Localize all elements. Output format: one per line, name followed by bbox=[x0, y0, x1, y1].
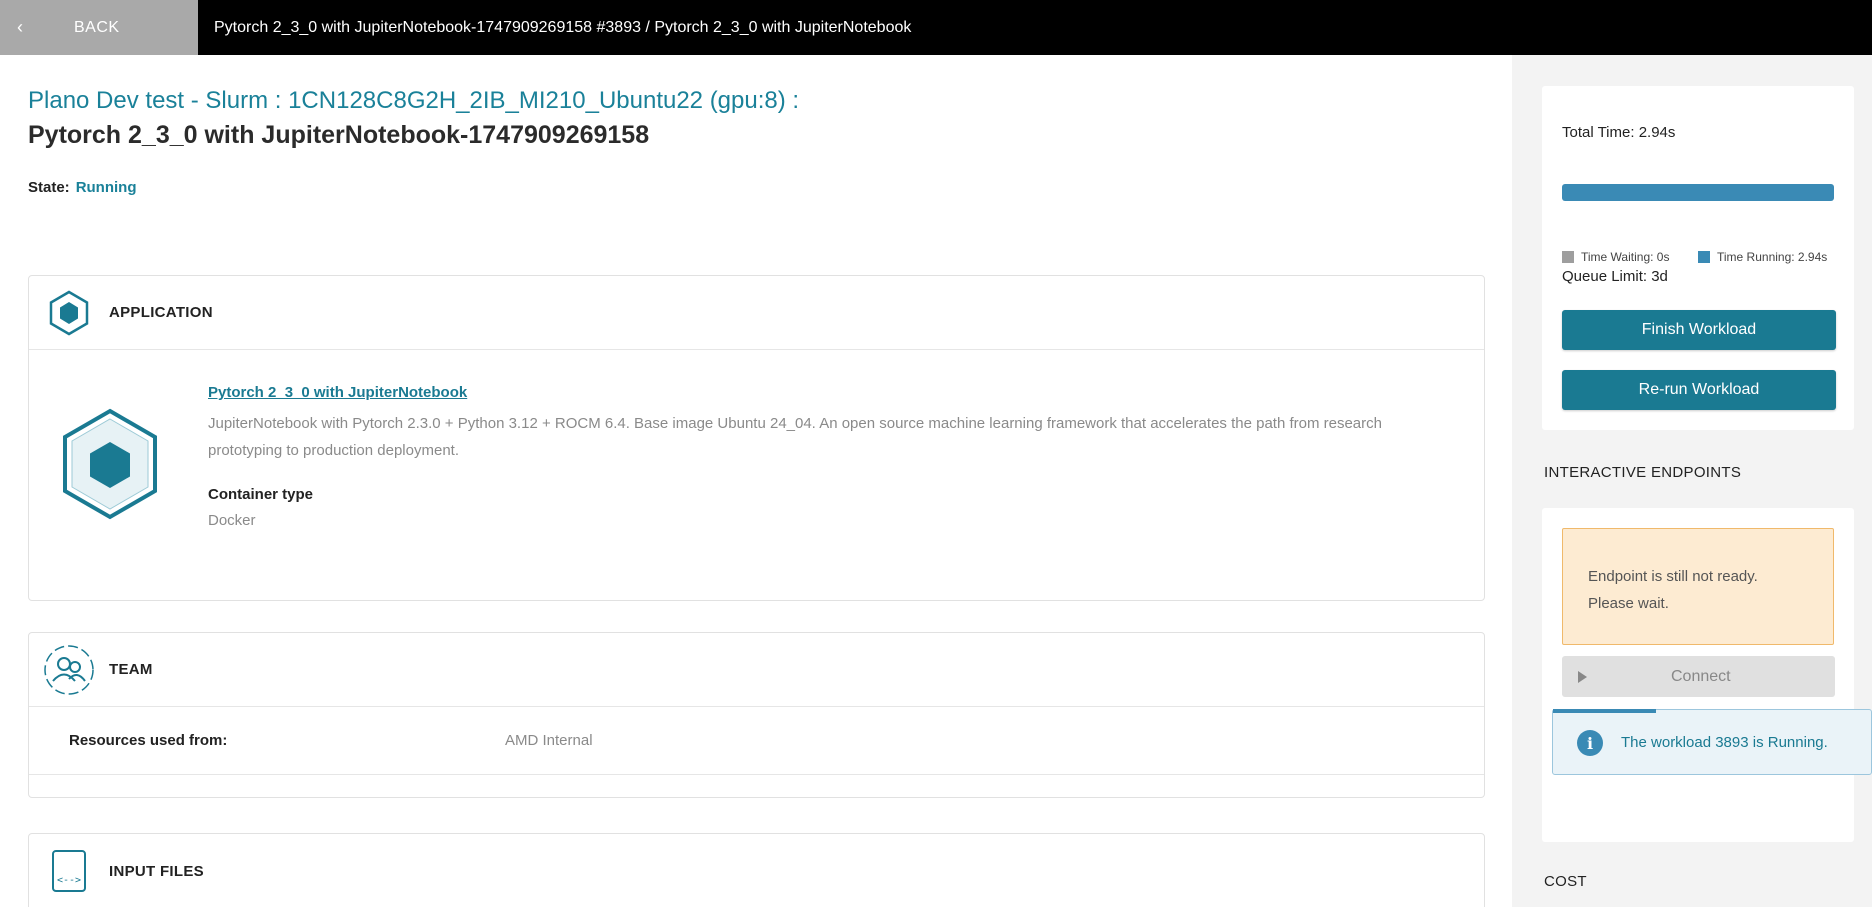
resources-label: Resources used from: bbox=[69, 732, 228, 749]
application-section-title: APPLICATION bbox=[109, 304, 213, 321]
legend-running-label: Time Running: 2.94s bbox=[1717, 250, 1828, 264]
running-swatch bbox=[1698, 251, 1710, 263]
application-description: JupiterNotebook with Pytorch 2.3.0 + Pyt… bbox=[208, 415, 1382, 459]
back-label: BACK bbox=[74, 18, 120, 36]
back-button[interactable]: ‹ BACK bbox=[0, 0, 198, 55]
top-bar: ‹ BACK Pytorch 2_3_0 with JupiterNoteboo… bbox=[0, 0, 1872, 55]
input-files-section-title: INPUT FILES bbox=[109, 862, 204, 880]
endpoints-card: Endpoint is still not ready. Please wait… bbox=[1542, 508, 1854, 842]
breadcrumb: Pytorch 2_3_0 with JupiterNotebook-17479… bbox=[214, 18, 912, 36]
endpoint-warning: Endpoint is still not ready. Please wait… bbox=[1562, 528, 1834, 645]
legend-running: Time Running: 2.94s bbox=[1698, 250, 1827, 264]
interactive-endpoints-title: INTERACTIVE ENDPOINTS bbox=[1544, 464, 1742, 481]
endpoint-warning-line1: Endpoint is still not ready. bbox=[1588, 568, 1758, 585]
waiting-swatch bbox=[1562, 251, 1574, 263]
application-logo-icon bbox=[60, 408, 160, 525]
finish-workload-button[interactable]: Finish Workload bbox=[1562, 310, 1836, 350]
connect-button[interactable]: Connect bbox=[1562, 656, 1835, 697]
application-icon bbox=[29, 276, 109, 350]
application-name-link[interactable]: Pytorch 2_3_0 with JupiterNotebook bbox=[208, 384, 467, 401]
team-section-title: TEAM bbox=[109, 661, 153, 678]
total-time: Total Time: 2.94s bbox=[1562, 124, 1676, 141]
legend-waiting: Time Waiting: 0s bbox=[1562, 250, 1669, 264]
connect-label: Connect bbox=[1671, 667, 1731, 685]
status-toast[interactable]: i The workload 3893 is Running. bbox=[1552, 709, 1872, 775]
team-card: TEAM Resources used from: AMD Internal bbox=[28, 632, 1485, 798]
rerun-workload-button[interactable]: Re-run Workload bbox=[1562, 370, 1836, 410]
time-progress-bar bbox=[1562, 184, 1834, 201]
queue-limit: Queue Limit: 3d bbox=[1562, 268, 1668, 285]
team-icon bbox=[29, 633, 109, 707]
endpoint-warning-line2: Please wait. bbox=[1588, 595, 1669, 612]
time-summary-card: Total Time: 2.94s Time Waiting: 0s Time … bbox=[1542, 86, 1854, 430]
cluster-title: Plano Dev test - Slurm : 1CN128C8G2H_2IB… bbox=[28, 87, 800, 114]
resources-value: AMD Internal bbox=[505, 732, 593, 749]
info-icon: i bbox=[1577, 730, 1603, 756]
container-type-label: Container type bbox=[208, 486, 314, 503]
svg-text:<-->: <--> bbox=[57, 875, 81, 886]
resources-row: Resources used from: AMD Internal bbox=[29, 707, 1484, 775]
legend-waiting-label: Time Waiting: 0s bbox=[1581, 250, 1670, 264]
play-icon bbox=[1578, 670, 1587, 683]
container-type-value: Docker bbox=[208, 512, 256, 529]
input-files-card-header: <--> INPUT FILES bbox=[29, 834, 1484, 907]
cost-title: COST bbox=[1544, 873, 1587, 890]
main-content: Plano Dev test - Slurm : 1CN128C8G2H_2IB… bbox=[28, 55, 1485, 907]
team-card-header: TEAM bbox=[29, 633, 1484, 707]
page-title: Pytorch 2_3_0 with JupiterNotebook-17479… bbox=[28, 121, 650, 149]
application-card-header: APPLICATION bbox=[29, 276, 1484, 350]
state-value: Running bbox=[75, 179, 137, 196]
application-card: APPLICATION Pytorch 2_3_0 with JupiterNo… bbox=[28, 275, 1485, 601]
application-body: Pytorch 2_3_0 with JupiterNotebook Jupit… bbox=[29, 350, 1484, 600]
state-row: State: Running bbox=[28, 179, 137, 196]
input-files-card: <--> INPUT FILES bbox=[28, 833, 1485, 907]
chevron-left-icon: ‹ bbox=[17, 17, 23, 37]
toast-timer-bar bbox=[1553, 709, 1656, 713]
state-label: State: bbox=[28, 179, 70, 196]
toast-message: The workload 3893 is Running. bbox=[1621, 734, 1828, 751]
right-panel: Total Time: 2.94s Time Waiting: 0s Time … bbox=[1512, 55, 1872, 907]
file-code-icon: <--> bbox=[29, 834, 109, 907]
